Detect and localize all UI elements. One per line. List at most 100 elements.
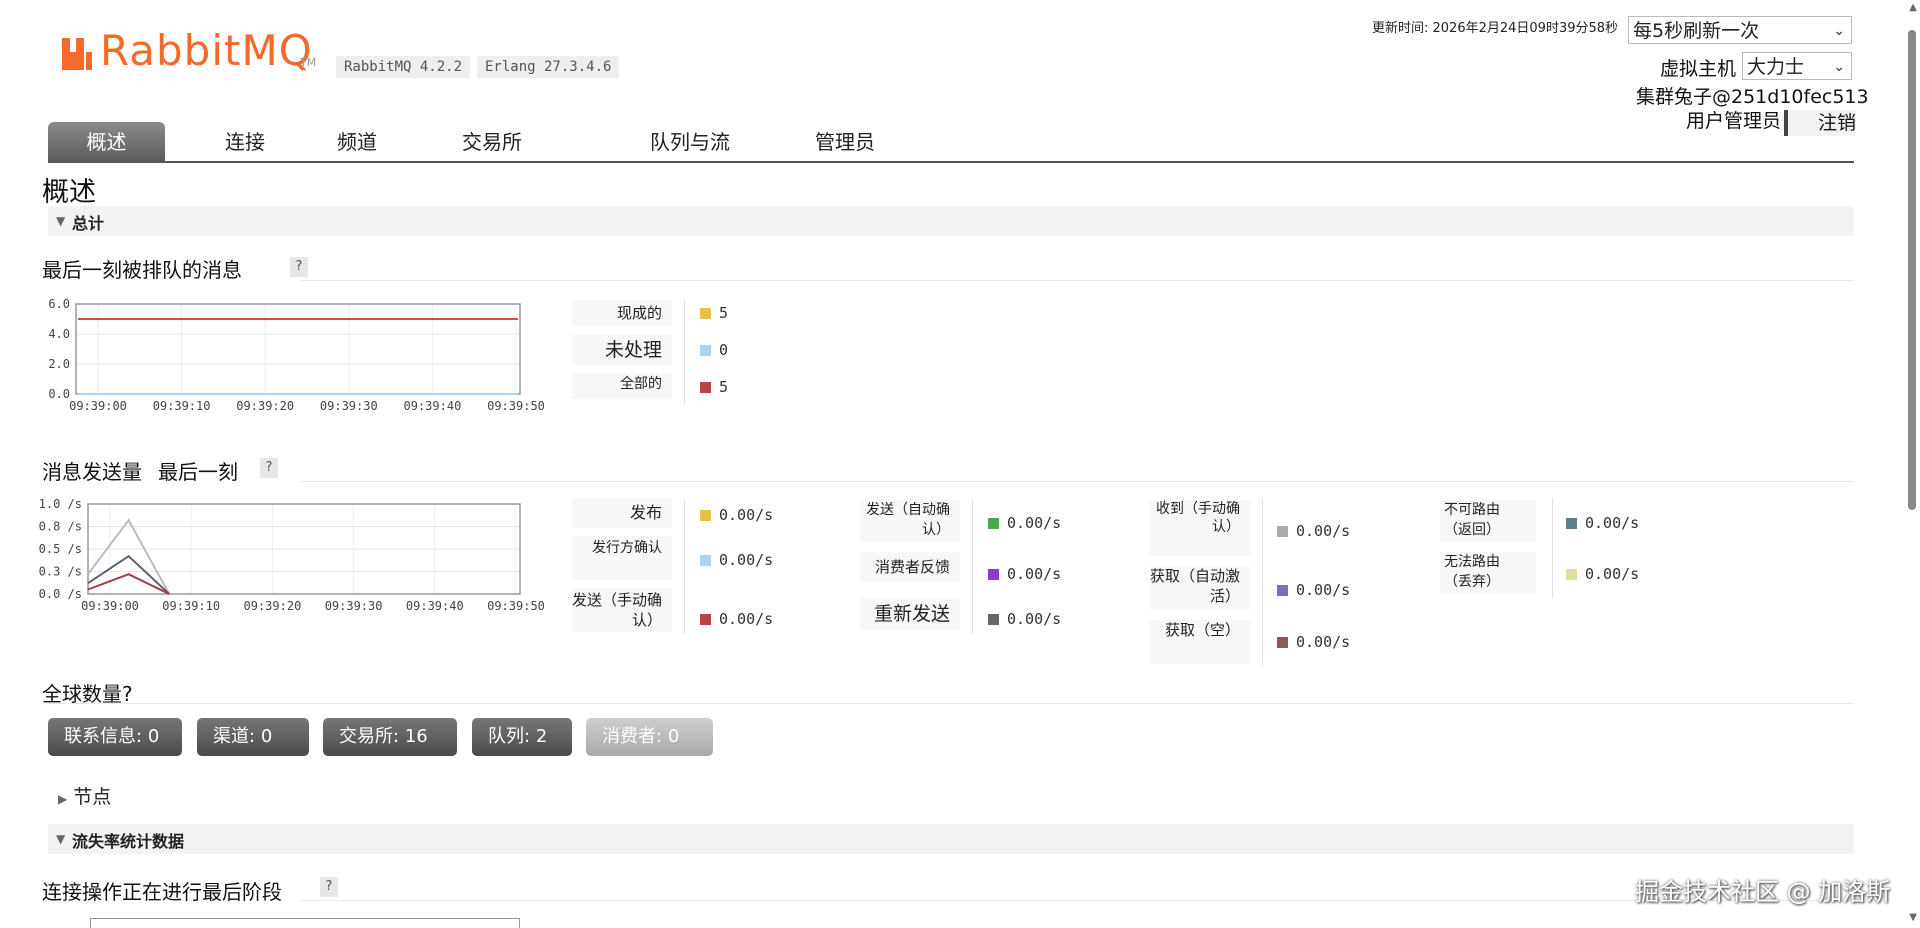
- page-title: 概述: [42, 177, 96, 208]
- chart-frame: [75, 303, 521, 395]
- legend-value: 5: [719, 378, 729, 396]
- tab-connections[interactable]: 连接: [210, 122, 280, 162]
- legend-label-unroutable-return: 不可路由（返回）: [1440, 500, 1536, 542]
- divider: [300, 481, 1854, 482]
- legend-value-publish: 0.00/s: [700, 506, 773, 524]
- queued-help-button[interactable]: ?: [290, 257, 308, 277]
- rates-help-button[interactable]: ?: [260, 458, 278, 478]
- rabbit-logo-icon: [62, 38, 92, 70]
- legend-value-deliver-manual-ack: 0.00/s: [700, 610, 773, 628]
- legend-label-consumer-ack: 消费者反馈: [860, 552, 960, 582]
- count-label: 交易所:: [339, 726, 400, 747]
- legend-label-ready: 现成的: [572, 300, 672, 326]
- scrollbar-thumb[interactable]: [1908, 30, 1916, 510]
- update-time: 更新时间: 2026年2月24日09时39分58秒: [1372, 21, 1619, 36]
- legend-separator: [1552, 498, 1553, 598]
- y-tick-label: 2.0: [48, 357, 70, 371]
- legend-value: 0.00/s: [1007, 565, 1062, 583]
- legend-label-get-auto-ack: 获取（自动激活）: [1150, 566, 1250, 610]
- tab-queues-streams[interactable]: 队列与流: [640, 122, 740, 162]
- section-totals-label: 总计: [72, 214, 105, 233]
- x-tick-label: 09:39:10: [162, 599, 220, 613]
- legend-label-deliver-manual-ack: 发送（手动确认）: [572, 588, 672, 632]
- refresh-select[interactable]: 每5秒刷新一次 ⌄: [1628, 16, 1852, 44]
- legend-label-publisher-confirm: 发行方确认: [572, 536, 672, 580]
- x-tick-label: 09:39:00: [81, 599, 139, 613]
- count-consumers-button[interactable]: 消费者: 0: [586, 718, 713, 756]
- legend-label-unroutable-drop: 无法路由（丢弃）: [1440, 552, 1536, 594]
- legend-value: 0.00/s: [719, 506, 774, 524]
- legend-value-get-manual-ack: 0.00/s: [1277, 522, 1350, 540]
- section-totals-toggle[interactable]: ▼ 总计: [48, 206, 1854, 236]
- tab-overview[interactable]: 概述: [48, 122, 165, 162]
- count-value: 0: [667, 726, 680, 747]
- count-queues-button[interactable]: 队列: 2: [472, 718, 572, 756]
- count-value: 2: [535, 726, 548, 747]
- y-tick-label: 1.0 /s: [39, 497, 82, 511]
- scroll-down-icon[interactable]: ▼: [1909, 912, 1917, 923]
- legend-label-unacked: 未处理: [572, 335, 672, 365]
- legend-value-unroutable-return: 0.00/s: [1566, 514, 1639, 532]
- legend-value: 0: [719, 341, 729, 359]
- vhost-select-value: 大力士: [1747, 56, 1805, 78]
- count-value: 16: [404, 726, 428, 747]
- count-value: 0: [260, 726, 273, 747]
- scroll-up-icon[interactable]: ▲: [1909, 2, 1917, 13]
- x-tick-label: 09:39:50: [487, 599, 545, 613]
- x-tick-label: 09:39:00: [69, 399, 127, 413]
- vhost-label: 虚拟主机: [1660, 58, 1737, 80]
- erlang-version: Erlang 27.3.4.6: [477, 56, 620, 78]
- nodes-section-toggle[interactable]: ▶ 节点: [58, 782, 111, 809]
- count-exchanges-button[interactable]: 交易所: 16: [323, 718, 457, 756]
- y-tick-label: 0.8 /s: [39, 520, 82, 534]
- caret-right-icon: ▶: [58, 792, 68, 806]
- tab-exchanges[interactable]: 交易所: [452, 122, 532, 162]
- message-rates-subtitle: 最后一刻: [158, 460, 238, 484]
- legend-value-consumer-ack: 0.00/s: [988, 565, 1061, 583]
- churn-help-button[interactable]: ?: [320, 877, 338, 897]
- logo-text: RabbitMQ: [100, 26, 313, 75]
- legend-value-redelivered: 0.00/s: [988, 610, 1061, 628]
- caret-down-icon: ▼: [56, 832, 66, 846]
- queued-messages-chart: 6.0 4.0 2.0 0.0 09:39:00 09:39:10 09:39:20 09:…: [48, 297, 545, 413]
- legend-swatch: [700, 510, 711, 521]
- legend-swatch: [1277, 526, 1288, 537]
- legend-swatch: [988, 518, 999, 529]
- legend-value-get-empty: 0.00/s: [1277, 633, 1350, 651]
- legend-swatch: [1566, 518, 1577, 529]
- divider: [300, 900, 1854, 901]
- legend-swatch: [988, 569, 999, 580]
- legend-swatch: [700, 382, 711, 393]
- legend-value: 0.00/s: [719, 610, 774, 628]
- legend-value-get-auto-ack: 0.00/s: [1277, 581, 1350, 599]
- x-tick-label: 09:39:40: [406, 599, 464, 613]
- tab-channels[interactable]: 频道: [322, 122, 392, 162]
- x-tick-label: 09:39:50: [487, 399, 545, 413]
- section-churn-label: 流失率统计数据: [72, 832, 185, 851]
- x-tick-label: 09:39:40: [404, 399, 462, 413]
- divider: [48, 703, 1854, 704]
- legend-value: 0.00/s: [1296, 633, 1351, 651]
- count-value: 0: [147, 726, 160, 747]
- x-tick-label: 09:39:30: [320, 399, 378, 413]
- vhost-select[interactable]: 大力士 ⌄: [1742, 52, 1852, 80]
- legend-separator: [1262, 498, 1263, 666]
- legend-value: 0.00/s: [1007, 514, 1062, 532]
- legend-value: 5: [719, 304, 729, 322]
- y-tick-label: 0.0: [48, 387, 70, 401]
- tab-admin[interactable]: 管理员: [805, 122, 885, 162]
- nodes-label: 节点: [73, 786, 112, 808]
- count-label: 队列:: [488, 726, 531, 747]
- chevron-down-icon: ⌄: [1833, 59, 1845, 75]
- legend-separator: [972, 498, 973, 634]
- churn-title: 连接操作正在进行最后阶段: [42, 880, 282, 904]
- count-connections-button[interactable]: 联系信息: 0: [48, 718, 182, 756]
- y-tick-label: 6.0: [48, 297, 70, 311]
- logout-button[interactable]: 注销: [1784, 110, 1856, 136]
- legend-swatch: [700, 345, 711, 356]
- section-churn-toggle[interactable]: ▼ 流失率统计数据: [48, 824, 1854, 854]
- legend-separator: [684, 298, 685, 406]
- count-channels-button[interactable]: 渠道: 0: [197, 718, 309, 756]
- count-label: 联系信息:: [64, 726, 143, 747]
- legend-swatch: [1277, 637, 1288, 648]
